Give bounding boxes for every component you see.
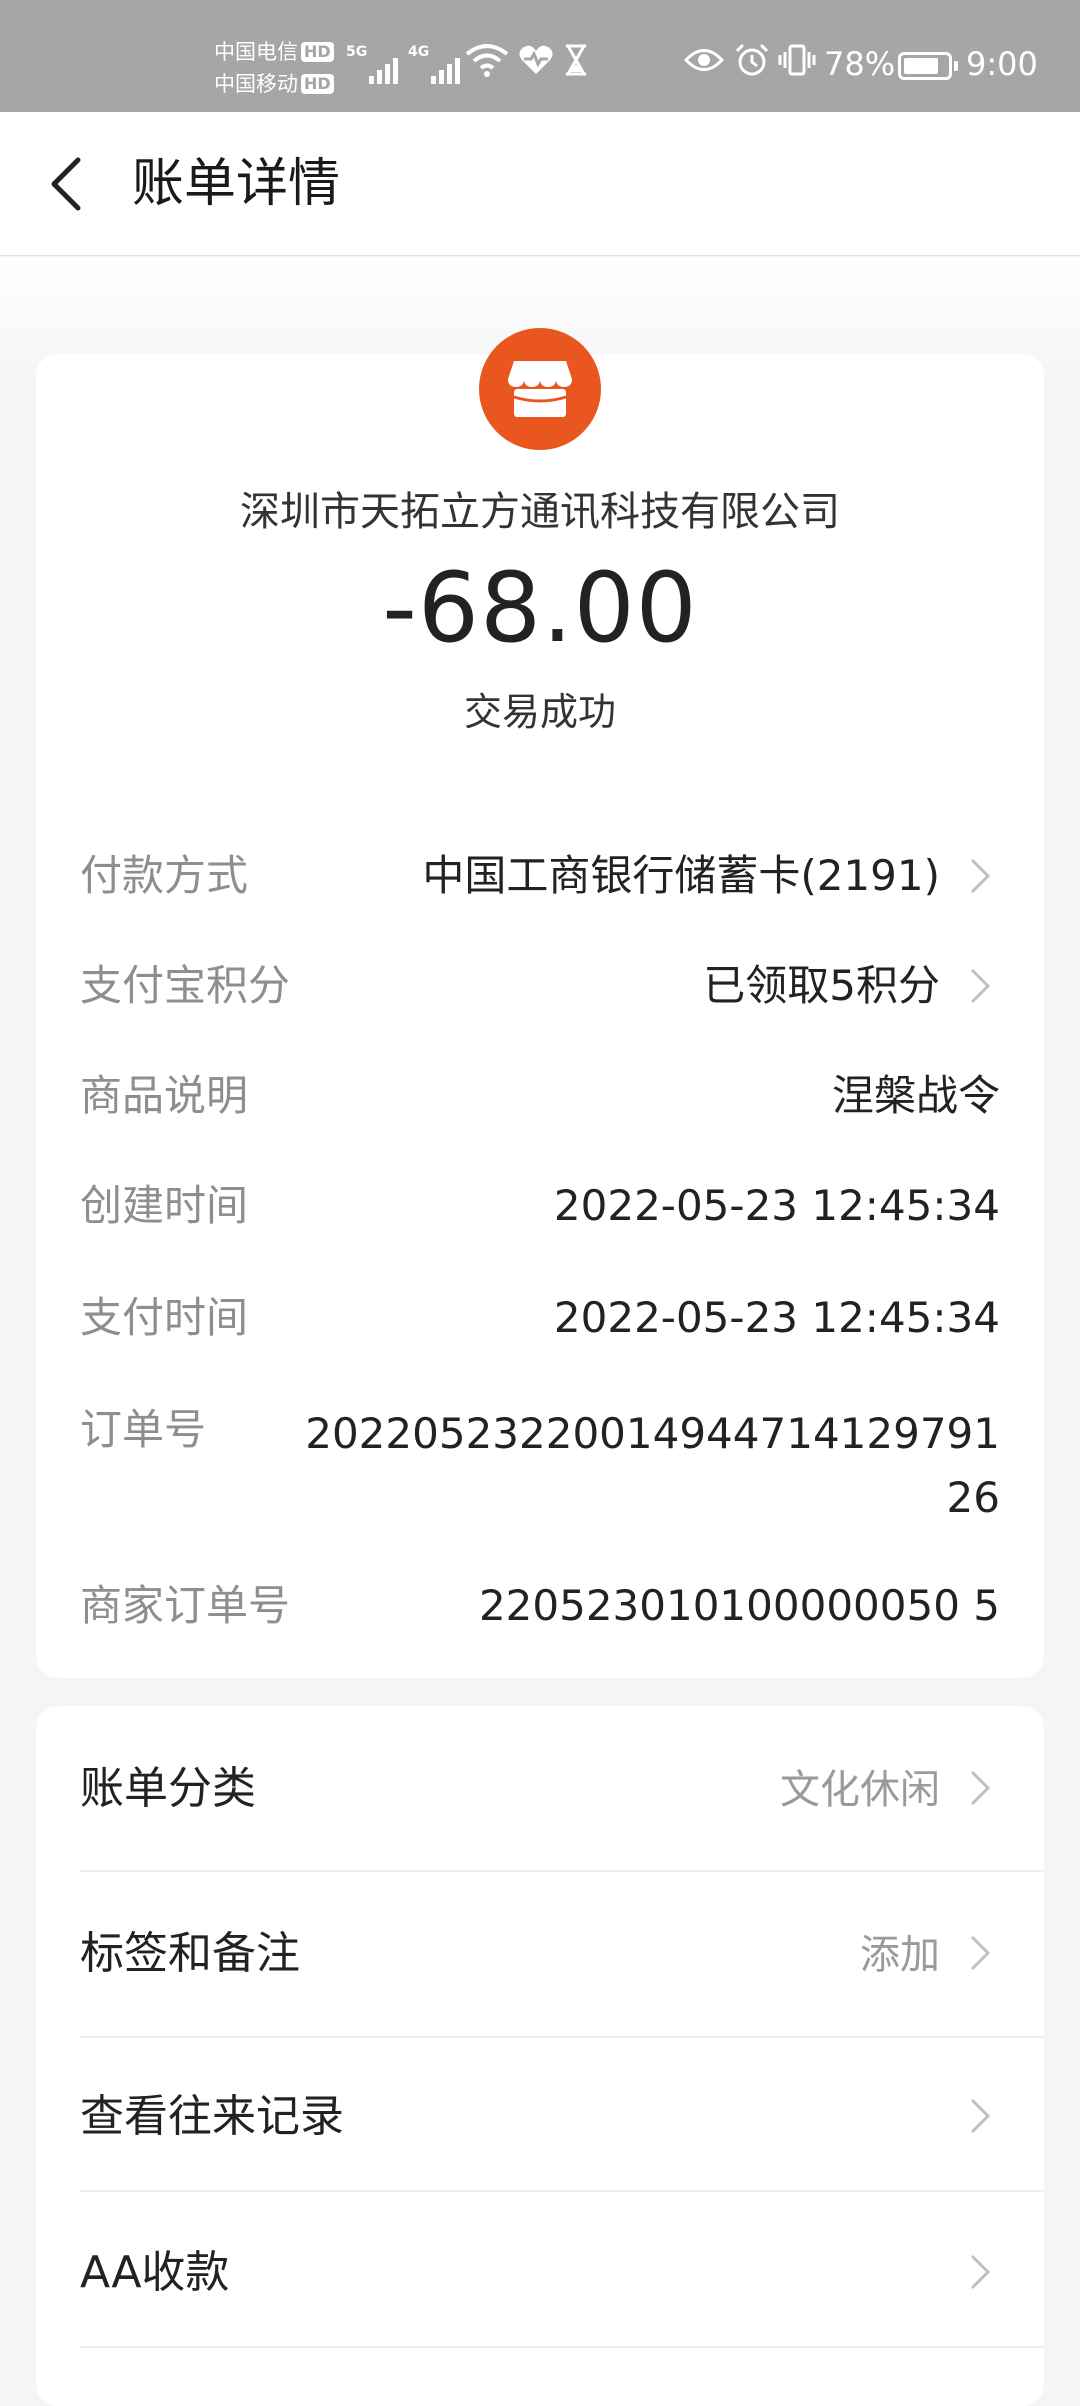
page-title: 账单详情 [132, 154, 341, 214]
tags-notes-value: 添加 [860, 1932, 940, 1978]
merchant-name: 深圳市天拓立方通讯科技有限公司 [240, 489, 840, 535]
hd-badge: HD [301, 74, 334, 94]
alipay-points-label: 支付宝积分 [80, 961, 291, 1010]
chevron-right-icon [960, 1933, 1000, 1973]
bill-category-row[interactable]: 账单分类 文化休闲 [36, 1706, 1080, 1870]
alarm-icon [732, 40, 772, 80]
payment-method-label: 付款方式 [80, 851, 249, 900]
health-heart-icon [516, 40, 556, 80]
payment-time-row: 支付时间 2022-05-23 12:45:34 [80, 1290, 1000, 1346]
chevron-left-icon [51, 157, 81, 211]
order-number-label: 订单号 [80, 1405, 207, 1454]
view-history-label: 查看往来记录 [80, 2091, 344, 2142]
eye-icon [682, 40, 726, 80]
status-bar: 中国电信 HD 中国移动 HD 5G 4G 78% 9:00 [0, 0, 1080, 112]
hourglass-icon [560, 40, 592, 80]
divider [80, 2346, 1044, 2348]
merchant-logo [479, 328, 601, 450]
battery-percent: 78% [824, 45, 896, 83]
transaction-status: 交易成功 [463, 690, 616, 734]
payment-method-row[interactable]: 付款方式 中国工商银行储蓄卡(2191) [80, 848, 1000, 904]
chevron-right-icon [960, 966, 1000, 1006]
created-time-value: 2022-05-23 12:45:34 [553, 1181, 1000, 1230]
vibrate-icon [776, 40, 818, 80]
signal-4g-icon: 4G [408, 44, 461, 84]
created-time-row: 创建时间 2022-05-23 12:45:34 [80, 1178, 1000, 1234]
product-description-value: 涅槃战令 [831, 1071, 1000, 1120]
battery-icon [898, 52, 958, 80]
order-number-value: 20220523220014944714129791 26 [305, 1409, 1000, 1522]
signal-5g-icon: 5G [346, 44, 399, 84]
product-description-row: 商品说明 涅槃战令 [80, 1068, 1000, 1124]
bill-category-value: 文化休闲 [780, 1767, 940, 1813]
created-time-label: 创建时间 [80, 1181, 249, 1230]
wifi-icon [462, 40, 512, 80]
product-description-label: 商品说明 [80, 1071, 249, 1120]
hd-badge: HD [301, 42, 334, 62]
carrier-name-1: 中国电信 [214, 40, 298, 64]
chevron-right-icon [960, 856, 1000, 896]
tags-notes-row[interactable]: 标签和备注 添加 [36, 1871, 1080, 2035]
chevron-right-icon [960, 2096, 1000, 2136]
chevron-right-icon [960, 2252, 1000, 2292]
aa-collection-label: AA收款 [80, 2247, 230, 2298]
payment-time-label: 支付时间 [80, 1293, 249, 1342]
view-history-row[interactable]: 查看往来记录 [36, 2034, 1080, 2198]
store-icon [508, 361, 572, 417]
title-bar: 账单详情 [0, 112, 1080, 256]
merchant-order-number-value: 220523010100000050 5 [478, 1581, 1000, 1630]
transaction-amount: -68.00 [382, 552, 698, 664]
alipay-points-row[interactable]: 支付宝积分 已领取5积分 [80, 958, 1000, 1014]
chevron-right-icon [960, 1768, 1000, 1808]
payment-method-value: 中国工商银行储蓄卡(2191) [422, 851, 940, 900]
back-button[interactable] [30, 148, 102, 220]
merchant-order-number-label: 商家订单号 [80, 1581, 291, 1630]
order-number-row: 订单号 20220523220014944714129791 26 [80, 1402, 1000, 1530]
aa-collection-row[interactable]: AA收款 [36, 2190, 1080, 2354]
merchant-order-number-row: 商家订单号 220523010100000050 5 [80, 1578, 1000, 1634]
carrier-info: 中国电信 HD 中国移动 HD [214, 36, 344, 100]
bill-category-label: 账单分类 [80, 1763, 256, 1814]
clock: 9:00 [966, 45, 1038, 83]
alipay-points-value: 已领取5积分 [703, 961, 940, 1010]
payment-time-value: 2022-05-23 12:45:34 [553, 1293, 1000, 1342]
carrier-name-2: 中国移动 [214, 72, 298, 96]
tags-notes-label: 标签和备注 [80, 1928, 300, 1979]
